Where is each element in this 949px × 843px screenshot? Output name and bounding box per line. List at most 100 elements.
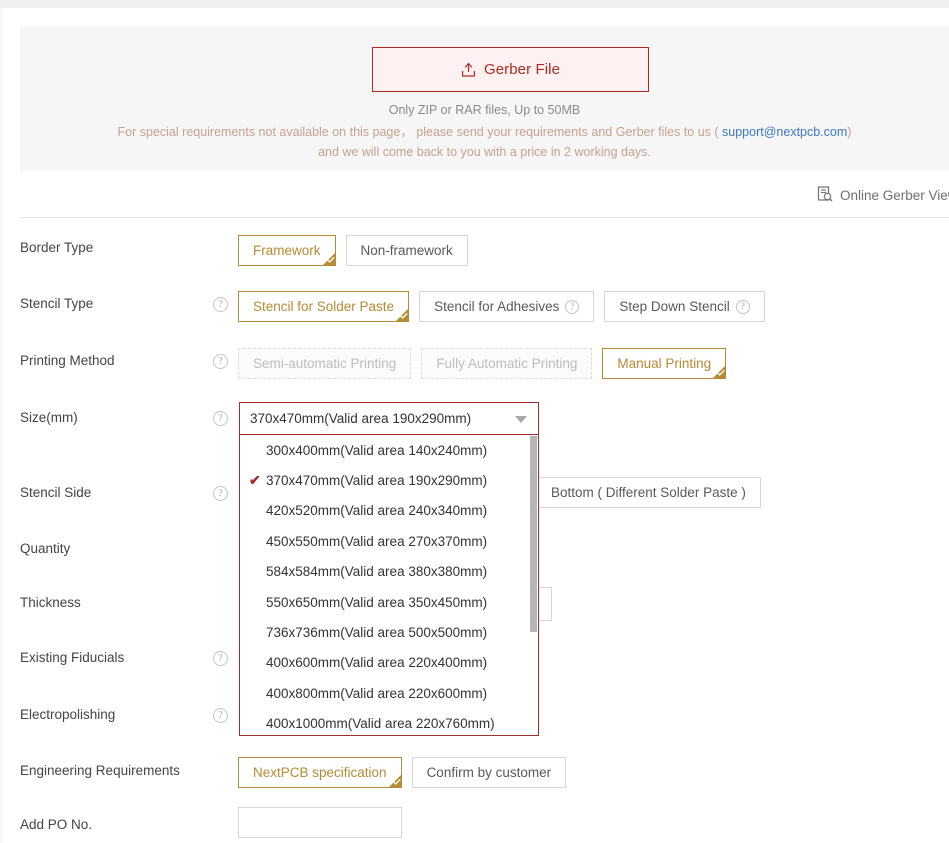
dropdown-scrollbar-thumb[interactable] bbox=[530, 436, 537, 632]
label-electropolishing: Electropolishing bbox=[20, 707, 115, 722]
size-option-label: 584x584mm(Valid area 380x380mm) bbox=[266, 564, 487, 579]
options-stencil-type: Stencil for Solder Paste Stencil for Adh… bbox=[238, 291, 765, 322]
size-select-value: 370x470mm(Valid area 190x290mm) bbox=[250, 411, 471, 426]
label-size: Size(mm) bbox=[20, 410, 78, 425]
size-select-option-list: ✔300x400mm(Valid area 140x240mm)✔370x470… bbox=[240, 435, 539, 736]
option-nextpcb-specification[interactable]: NextPCB specification bbox=[238, 757, 402, 788]
top-strip bbox=[0, 0, 949, 8]
option-stencil-for-adhesives[interactable]: Stencil for Adhesives ? bbox=[419, 291, 594, 322]
check-icon-placeholder: ✔ bbox=[249, 442, 266, 459]
gerber-file-button-label: Gerber File bbox=[484, 61, 560, 78]
size-option-label: 450x550mm(Valid area 270x370mm) bbox=[266, 534, 487, 549]
upload-icon bbox=[461, 62, 476, 78]
size-option[interactable]: ✔400x600mm(Valid area 220x400mm) bbox=[240, 648, 539, 678]
check-icon-placeholder: ✔ bbox=[249, 594, 266, 611]
option-semi-automatic-printing: Semi-automatic Printing bbox=[238, 348, 411, 379]
size-option[interactable]: ✔400x1000mm(Valid area 220x760mm) bbox=[240, 709, 539, 736]
size-option[interactable]: ✔400x800mm(Valid area 220x600mm) bbox=[240, 678, 539, 708]
size-option[interactable]: ✔300x400mm(Valid area 140x240mm) bbox=[240, 435, 539, 465]
left-edge-strip bbox=[0, 8, 2, 843]
option-stencil-for-solder-paste-label: Stencil for Solder Paste bbox=[253, 299, 394, 314]
options-border-type: Framework Non-framework bbox=[238, 235, 468, 266]
check-icon bbox=[393, 778, 401, 786]
size-option-label: 736x736mm(Valid area 500x500mm) bbox=[266, 625, 487, 640]
help-icon-size[interactable]: ? bbox=[213, 411, 228, 426]
help-icon-stencil-side[interactable]: ? bbox=[213, 486, 228, 501]
size-option[interactable]: ✔370x470mm(Valid area 190x290mm) bbox=[240, 465, 539, 495]
check-icon-placeholder: ✔ bbox=[249, 624, 266, 641]
help-icon-electropolishing[interactable]: ? bbox=[213, 708, 228, 723]
label-stencil-type: Stencil Type bbox=[20, 296, 93, 311]
requirements-text-pre: For special requirements not available o… bbox=[118, 125, 723, 139]
option-bottom-different-solder-paste-label: Bottom ( Different Solder Paste ) bbox=[551, 485, 746, 500]
requirements-text-post: ) bbox=[847, 125, 851, 139]
option-non-framework-label: Non-framework bbox=[361, 243, 453, 258]
check-icon-placeholder: ✔ bbox=[249, 654, 266, 671]
chevron-down-icon bbox=[515, 416, 527, 423]
option-bottom-different-solder-paste[interactable]: Bottom ( Different Solder Paste ) bbox=[536, 477, 761, 508]
size-option-label: 300x400mm(Valid area 140x240mm) bbox=[266, 443, 487, 458]
help-icon-existing-fiducials[interactable]: ? bbox=[213, 651, 228, 666]
options-printing-method: Semi-automatic Printing Fully Automatic … bbox=[238, 348, 726, 379]
gerber-viewer-icon bbox=[817, 186, 833, 205]
option-fully-automatic-printing: Fully Automatic Printing bbox=[421, 348, 592, 379]
size-option-label: 550x650mm(Valid area 350x450mm) bbox=[266, 595, 487, 610]
upload-file-note: Only ZIP or RAR files, Up to 50MB bbox=[20, 103, 949, 117]
help-icon-printing-method[interactable]: ? bbox=[213, 354, 228, 369]
help-icon-stencil-type[interactable]: ? bbox=[213, 297, 228, 312]
option-manual-printing[interactable]: Manual Printing bbox=[602, 348, 726, 379]
check-icon-placeholder: ✔ bbox=[249, 685, 266, 702]
support-email-link[interactable]: support@nextpcb.com bbox=[722, 125, 847, 139]
size-select-dropdown: ✔300x400mm(Valid area 140x240mm)✔370x470… bbox=[239, 435, 539, 736]
check-icon bbox=[717, 369, 725, 377]
size-option-label: 400x800mm(Valid area 220x600mm) bbox=[266, 686, 487, 701]
gerber-file-upload-button[interactable]: Gerber File bbox=[372, 47, 649, 92]
label-add-po-no: Add PO No. bbox=[20, 817, 92, 832]
check-icon: ✔ bbox=[249, 472, 266, 489]
dropdown-scrollbar[interactable] bbox=[530, 436, 537, 736]
help-icon-step-down-stencil[interactable]: ? bbox=[736, 300, 750, 314]
gerber-upload-panel: Gerber File Only ZIP or RAR files, Up to… bbox=[20, 27, 949, 171]
option-step-down-stencil-label: Step Down Stencil bbox=[619, 299, 729, 314]
section-divider bbox=[20, 217, 949, 218]
option-step-down-stencil[interactable]: Step Down Stencil ? bbox=[604, 291, 764, 322]
option-semi-automatic-printing-label: Semi-automatic Printing bbox=[253, 356, 396, 371]
option-fully-automatic-printing-label: Fully Automatic Printing bbox=[436, 356, 577, 371]
option-nextpcb-specification-label: NextPCB specification bbox=[253, 765, 387, 780]
check-icon-placeholder: ✔ bbox=[249, 715, 266, 732]
size-option-label: 400x600mm(Valid area 220x400mm) bbox=[266, 655, 487, 670]
option-stencil-for-adhesives-label: Stencil for Adhesives bbox=[434, 299, 559, 314]
options-engineering-requirements: NextPCB specification Confirm by custome… bbox=[238, 757, 566, 788]
help-icon-stencil-for-adhesives[interactable]: ? bbox=[565, 300, 579, 314]
requirements-text-line2: and we will come back to you with a pric… bbox=[318, 145, 651, 159]
add-po-no-input[interactable] bbox=[238, 807, 402, 838]
stencil-order-page: Gerber File Only ZIP or RAR files, Up to… bbox=[0, 0, 949, 843]
option-stencil-for-solder-paste[interactable]: Stencil for Solder Paste bbox=[238, 291, 409, 322]
online-gerber-viewer-link[interactable]: Online Gerber Viewer bbox=[817, 186, 949, 205]
label-thickness: Thickness bbox=[20, 595, 81, 610]
size-option[interactable]: ✔450x550mm(Valid area 270x370mm) bbox=[240, 526, 539, 556]
option-non-framework[interactable]: Non-framework bbox=[346, 235, 468, 266]
label-printing-method: Printing Method bbox=[20, 353, 115, 368]
check-icon-placeholder: ✔ bbox=[249, 533, 266, 550]
option-confirm-by-customer-label: Confirm by customer bbox=[427, 765, 552, 780]
label-existing-fiducials: Existing Fiducials bbox=[20, 650, 124, 665]
label-border-type: Border Type bbox=[20, 240, 93, 255]
size-select-trigger[interactable]: 370x470mm(Valid area 190x290mm) bbox=[239, 402, 539, 435]
size-option[interactable]: ✔736x736mm(Valid area 500x500mm) bbox=[240, 617, 539, 647]
label-quantity: Quantity bbox=[20, 541, 70, 556]
option-framework-label: Framework bbox=[253, 243, 321, 258]
check-icon bbox=[327, 256, 335, 264]
size-option[interactable]: ✔584x584mm(Valid area 380x380mm) bbox=[240, 557, 539, 587]
size-option[interactable]: ✔420x520mm(Valid area 240x340mm) bbox=[240, 496, 539, 526]
online-gerber-viewer-label: Online Gerber Viewer bbox=[840, 188, 949, 203]
option-confirm-by-customer[interactable]: Confirm by customer bbox=[412, 757, 567, 788]
label-engineering-requirements: Engineering Requirements bbox=[20, 763, 180, 778]
size-option[interactable]: ✔550x650mm(Valid area 350x450mm) bbox=[240, 587, 539, 617]
size-option-label: 420x520mm(Valid area 240x340mm) bbox=[266, 503, 487, 518]
label-stencil-side: Stencil Side bbox=[20, 485, 91, 500]
check-icon bbox=[400, 312, 408, 320]
upload-special-requirements-note: For special requirements not available o… bbox=[20, 122, 949, 162]
option-manual-printing-label: Manual Printing bbox=[617, 356, 711, 371]
option-framework[interactable]: Framework bbox=[238, 235, 336, 266]
